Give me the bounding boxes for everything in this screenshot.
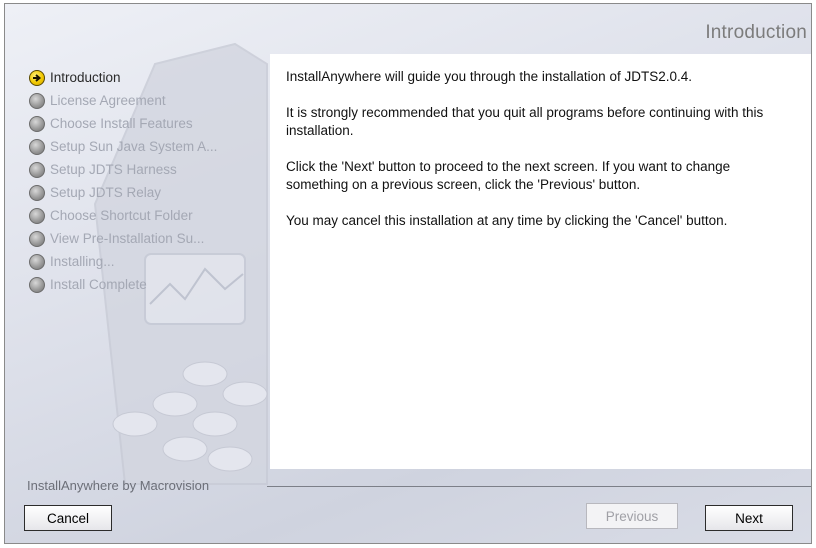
installer-window: Introduction Introduction License Agreem… <box>4 3 812 544</box>
circle-bullet-icon <box>29 253 45 270</box>
cancel-info-paragraph: You may cancel this installation at any … <box>286 213 728 228</box>
step-label: Choose Shortcut Folder <box>50 208 193 223</box>
next-button[interactable]: Next <box>705 505 793 531</box>
step-item-installing: Installing... <box>29 250 269 273</box>
step-list: Introduction License Agreement Choose In… <box>29 66 269 296</box>
step-label: License Agreement <box>50 93 166 108</box>
navigation-paragraph: Click the 'Next' button to proceed to th… <box>286 159 731 192</box>
step-label: Setup Sun Java System A... <box>50 139 218 154</box>
step-item-setup-jdts-harness: Setup JDTS Harness <box>29 158 269 181</box>
circle-bullet-icon <box>29 276 45 293</box>
step-label: Choose Install Features <box>50 116 193 131</box>
page-title: Introduction <box>705 22 807 43</box>
vendor-brand: InstallAnywhere by Macrovision <box>27 478 210 493</box>
recommendation-paragraph: It is strongly recommended that you quit… <box>286 105 764 138</box>
step-item-license-agreement: License Agreement <box>29 89 269 112</box>
step-label: View Pre-Installation Su... <box>50 231 205 246</box>
step-item-setup-jdts-relay: Setup JDTS Relay <box>29 181 269 204</box>
intro-paragraph: InstallAnywhere will guide you through t… <box>286 69 692 84</box>
step-label: Setup JDTS Harness <box>50 162 177 177</box>
step-label: Install Complete <box>50 277 147 292</box>
step-item-setup-sun-java: Setup Sun Java System A... <box>29 135 269 158</box>
step-item-choose-install-features: Choose Install Features <box>29 112 269 135</box>
step-label: Installing... <box>50 254 115 269</box>
circle-bullet-icon <box>29 184 45 201</box>
step-label: Setup JDTS Relay <box>50 185 162 200</box>
step-item-choose-shortcut-folder: Choose Shortcut Folder <box>29 204 269 227</box>
circle-bullet-icon <box>29 161 45 178</box>
previous-button[interactable]: Previous <box>586 503 678 529</box>
step-label: Introduction <box>50 70 121 85</box>
circle-bullet-icon <box>29 207 45 224</box>
footer-divider <box>267 486 811 487</box>
step-item-view-pre-installation: View Pre-Installation Su... <box>29 227 269 250</box>
content-panel: InstallAnywhere will guide you through t… <box>270 54 811 469</box>
circle-bullet-icon <box>29 92 45 109</box>
step-item-install-complete: Install Complete <box>29 273 269 296</box>
step-item-introduction: Introduction <box>29 66 269 89</box>
circle-bullet-icon <box>29 138 45 155</box>
cancel-button[interactable]: Cancel <box>24 505 112 531</box>
circle-bullet-icon <box>29 115 45 132</box>
arrow-right-icon <box>29 69 45 86</box>
circle-bullet-icon <box>29 230 45 247</box>
